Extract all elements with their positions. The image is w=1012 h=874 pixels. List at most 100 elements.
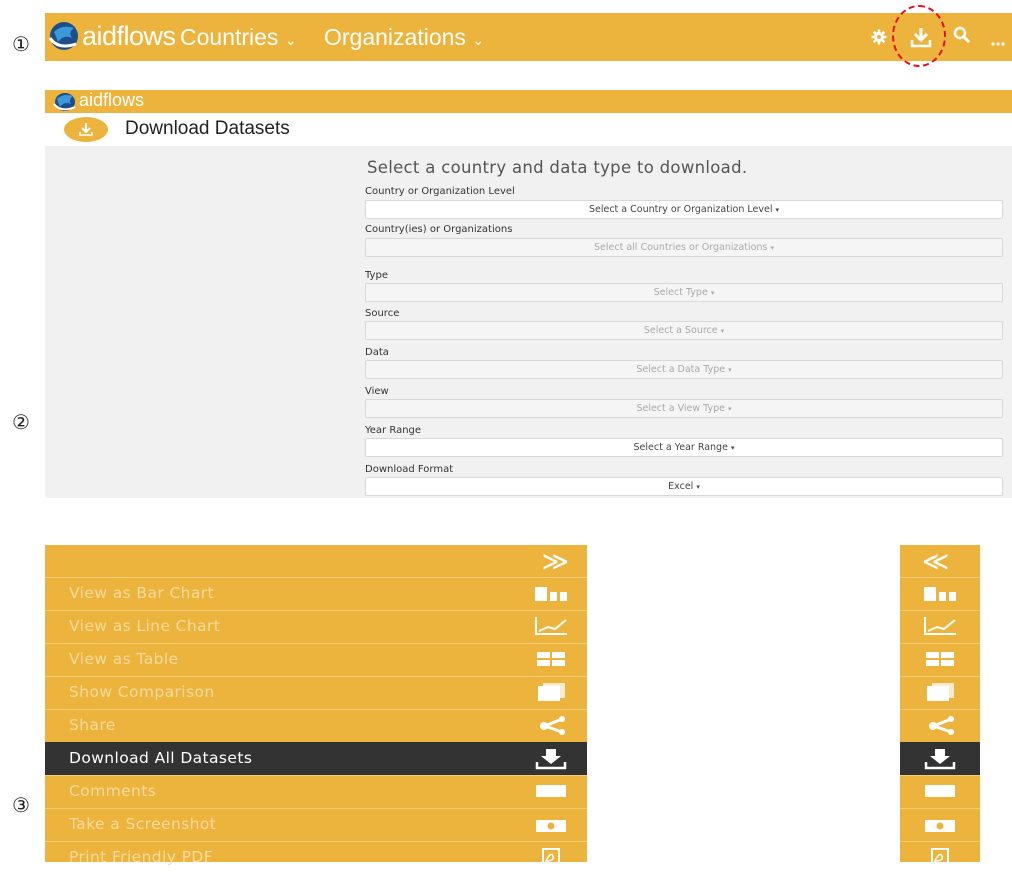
bar-chart-icon <box>533 583 569 607</box>
sidebar-item-comments[interactable]: Comments <box>45 775 587 808</box>
caret-down-icon: ▾ <box>775 206 780 214</box>
countries-select[interactable]: Select all Countries or Organizations ▾ <box>365 238 1003 257</box>
comparison-icon <box>533 682 569 706</box>
marker-2: ② <box>12 410 30 434</box>
sidebar-item-pdf[interactable] <box>900 841 980 874</box>
year-range-select[interactable]: Select a Year Range ▾ <box>365 438 1003 457</box>
field-label: Source <box>365 308 400 319</box>
sidebar-item-comments[interactable] <box>900 775 980 808</box>
sidebar-item-label: View as Table <box>69 650 179 668</box>
form-heading: Select a country and data type to downlo… <box>367 158 748 177</box>
sidebar-item-bar-chart[interactable] <box>900 577 980 610</box>
caret-down-icon: ▾ <box>770 244 774 252</box>
countries-menu-label: Countries <box>180 24 279 50</box>
download-icon <box>922 748 958 774</box>
sidebar-item-label: View as Line Chart <box>69 617 221 635</box>
sidebar-item-download[interactable]: Download All Datasets <box>45 742 587 775</box>
sidebar-item-comparison[interactable] <box>900 676 980 709</box>
search-icon[interactable] <box>953 26 971 48</box>
select-value: Select a Source <box>643 325 718 336</box>
sidebar-item-label: Take a Screenshot <box>69 815 217 833</box>
download-icon <box>533 748 569 774</box>
title-row: Download Datasets <box>45 113 1012 146</box>
countries-menu[interactable]: Countries ⌄ <box>180 24 297 51</box>
sidebar-item-label: Print Friendly PDF <box>69 848 214 866</box>
aidflows-logo-text[interactable]: aidflows <box>79 90 144 111</box>
comment-icon <box>533 781 569 805</box>
caret-down-icon: ▾ <box>730 444 735 452</box>
sidebar-item-bar-chart[interactable]: View as Bar Chart <box>45 577 587 610</box>
field-label: Type <box>365 270 388 281</box>
download-format-select[interactable]: Excel ▾ <box>365 477 1003 496</box>
select-value: Excel <box>668 481 694 492</box>
comparison-icon <box>922 682 958 706</box>
top-navbar: aidflows Countries ⌄ Organizations ⌄ <box>45 13 1012 61</box>
download-badge <box>64 117 108 142</box>
sidebar-item-screenshot[interactable]: Take a Screenshot <box>45 808 587 841</box>
sidebar-item-comparison[interactable]: Show Comparison <box>45 676 587 709</box>
line-chart-icon <box>922 616 958 640</box>
sidebar-item-screenshot[interactable] <box>900 808 980 841</box>
select-value: Select a Year Range <box>633 442 728 453</box>
header-bar: aidflows <box>45 90 1012 113</box>
field-label: Year Range <box>365 425 422 436</box>
share-icon <box>533 715 569 739</box>
aidflows-logo-text[interactable]: aidflows <box>82 21 176 52</box>
camera-icon <box>533 814 569 838</box>
caret-down-icon: ▾ <box>696 483 700 491</box>
download-icon <box>79 123 93 136</box>
sidebar-item-table[interactable]: View as Table <box>45 643 587 676</box>
comment-icon <box>922 781 958 805</box>
sidebar-item-table[interactable] <box>900 643 980 676</box>
page-title: Download Datasets <box>125 118 290 139</box>
sidebar-item-line-chart[interactable]: View as Line Chart <box>45 610 587 643</box>
organizations-menu[interactable]: Organizations ⌄ <box>324 24 484 51</box>
sidebar-collapsed: ≪ <box>900 545 980 866</box>
share-icon <box>922 715 958 739</box>
sidebar-item-label: Show Comparison <box>69 683 215 701</box>
marker-3: ③ <box>12 793 30 817</box>
sidebar-item-download[interactable] <box>900 742 980 775</box>
select-value: Select Type <box>653 287 708 298</box>
select-value: Select a Data Type <box>636 364 726 375</box>
download-page: aidflows Download Datasets Select a coun… <box>45 90 1012 498</box>
field-label: Download Format <box>365 464 454 475</box>
sidebar-item-label: Download All Datasets <box>69 749 253 767</box>
globe-logo-icon[interactable] <box>48 20 80 56</box>
sidebar-item-line-chart[interactable] <box>900 610 980 643</box>
sidebar-item-share[interactable] <box>900 709 980 742</box>
more-icon[interactable] <box>991 32 1005 51</box>
select-value: Select all Countries or Organizations <box>594 242 768 253</box>
sidebar-item-label: Comments <box>69 782 157 800</box>
chevron-down-icon: ⌄ <box>472 32 485 48</box>
caret-down-icon: ▾ <box>728 405 732 413</box>
highlight-circle <box>892 5 946 67</box>
table-icon <box>533 649 569 673</box>
gear-icon[interactable] <box>871 29 887 49</box>
pdf-icon <box>922 847 958 871</box>
view-select[interactable]: Select a View Type ▾ <box>365 399 1003 418</box>
field-label: Country or Organization Level <box>365 186 515 197</box>
collapse-sidebar-button[interactable]: ≫ <box>542 547 569 577</box>
expand-sidebar-button[interactable]: ≪ <box>922 547 949 577</box>
pdf-icon <box>533 847 569 871</box>
organizations-menu-label: Organizations <box>324 24 466 50</box>
data-select[interactable]: Select a Data Type ▾ <box>365 360 1003 379</box>
caret-down-icon: ▾ <box>710 289 715 297</box>
country-level-select[interactable]: Select a Country or Organization Level ▾ <box>365 200 1003 219</box>
sidebar-item-label: View as Bar Chart <box>69 584 215 602</box>
sidebar-item-share[interactable]: Share <box>45 709 587 742</box>
bar-chart-icon <box>922 583 958 607</box>
sidebar-item-pdf[interactable]: Print Friendly PDF <box>45 841 587 874</box>
chevron-down-icon: ⌄ <box>284 32 297 48</box>
sidebar-expanded: ≫ View as Bar Chart View as Line Chart V… <box>45 545 587 866</box>
source-select[interactable]: Select a Source ▾ <box>365 321 1003 340</box>
field-label: Country(ies) or Organizations <box>365 224 513 235</box>
field-label: View <box>365 386 389 397</box>
caret-down-icon: ▾ <box>728 366 732 374</box>
select-value: Select a Country or Organization Level <box>588 204 773 215</box>
marker-1: ① <box>12 32 30 56</box>
field-label: Data <box>365 347 389 358</box>
line-chart-icon <box>533 616 569 640</box>
type-select[interactable]: Select Type ▾ <box>365 283 1003 302</box>
